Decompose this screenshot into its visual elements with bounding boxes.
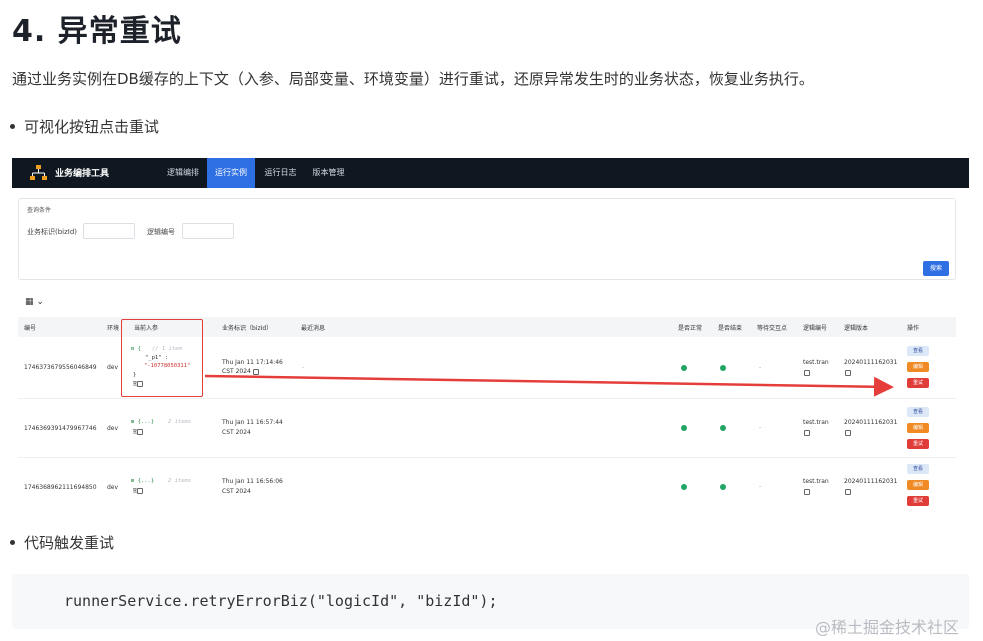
section-heading: 4. 异常重试 [12,14,182,49]
code-line: runnerService.retryErrorBiz("logicId", "… [64,592,498,610]
annotation-arrow [204,374,894,397]
app-screenshot: 业务编排工具 逻辑编排 运行实例 运行日志 版本管理 查询条件 业务标识(biz… [12,158,969,520]
watermark: @稀土掘金技术社区 [815,618,960,637]
bullet-code-retry: 代码触发重试 [9,534,115,552]
intro-paragraph: 通过业务实例在DB缓存的上下文（入参、局部变量、环境变量）进行重试，还原异常发生… [12,70,814,88]
bullet-visual-retry: 可视化按钮点击重试 [9,118,160,136]
